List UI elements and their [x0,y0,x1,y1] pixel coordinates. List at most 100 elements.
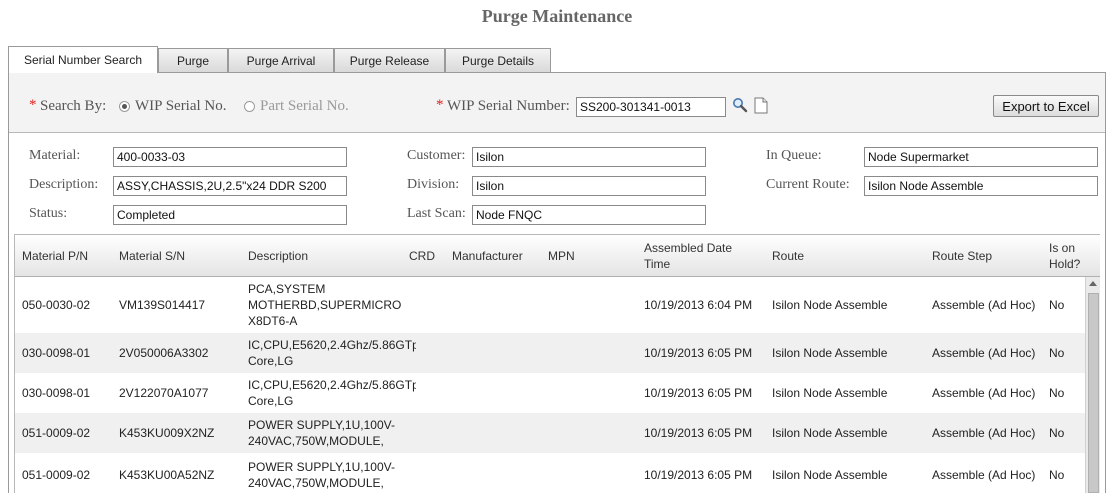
grid-body: 050-0030-02 VM139S014417 PCA,SYSTEM MOTHERB… [15,277,1085,493]
in-queue-label: In Queue: [766,148,822,163]
cell-route: Isilon Node Assemble [772,298,888,312]
cell-assembled-date: 10/19/2013 6:04 PM [644,298,753,312]
column-header-route[interactable]: Route [772,249,804,264]
last-scan-field[interactable]: Node FNQC [472,205,706,225]
cell-description-line: 240VAC,750W,MODULE, [248,476,384,490]
wip-serial-number-label: WIP Serial Number: [447,98,570,114]
column-header-assembled-time[interactable]: Time [644,257,670,272]
column-header-route-step[interactable]: Route Step [932,249,992,264]
cell-description-line: IC,CPU,E5620,2.4Ghz/5.86GTp [248,338,416,352]
tab-purge-release[interactable]: Purge Release [334,48,445,73]
search-row: * Search By: WIP Serial No. Part Serial … [9,73,1105,133]
cell-material-pn: 030-0098-01 [22,346,91,360]
vertical-scrollbar[interactable] [1085,277,1100,493]
export-to-excel-button[interactable]: Export to Excel [993,95,1099,117]
wip-serial-option-label[interactable]: WIP Serial No. [135,98,227,115]
cell-is-on-hold: No [1049,346,1065,360]
tab-panel: * Search By: WIP Serial No. Part Serial … [8,72,1106,493]
wip-serial-radio[interactable] [119,101,130,112]
cell-route-step: Assemble (Ad Hoc) [932,468,1036,482]
cell-is-on-hold: No [1049,426,1065,440]
required-marker: * [436,97,444,113]
table-row[interactable]: 050-0030-02 VM139S014417 PCA,SYSTEM MOTHERB… [15,277,1085,333]
cell-material-pn: 051-0009-02 [22,426,91,440]
table-row[interactable]: 051-0009-02 K453KU00A52NZ POWER SUPPLY,1U,… [15,453,1085,493]
column-header-description[interactable]: Description [248,249,308,264]
cell-assembled-date: 10/19/2013 6:05 PM [644,346,753,360]
cell-material-sn: K453KU00A52NZ [119,468,215,482]
column-header-crd[interactable]: CRD [409,249,435,264]
cell-material-pn: 030-0098-01 [22,386,91,400]
cell-description-line: 240VAC,750W,MODULE, [248,434,384,448]
cell-route: Isilon Node Assemble [772,386,888,400]
cell-description-line: Core,LG [248,394,294,408]
customer-label: Customer: [407,148,466,163]
cell-material-sn: 2V050006A3302 [119,346,209,360]
document-icon[interactable] [754,97,770,115]
cell-assembled-date: 10/19/2013 6:05 PM [644,468,753,482]
column-header-material-sn[interactable]: Material S/N [119,249,185,264]
status-label: Status: [29,206,68,221]
last-scan-label: Last Scan: [407,206,466,221]
cell-route: Isilon Node Assemble [772,426,888,440]
material-label: Material: [29,148,81,163]
cell-route: Isilon Node Assemble [772,346,888,360]
scroll-up-arrow-icon[interactable] [1089,281,1097,286]
in-queue-field[interactable]: Node Supermarket [864,147,1098,167]
cell-material-pn: 050-0030-02 [22,298,91,312]
material-field[interactable]: 400-0033-03 [113,147,347,167]
tab-serial-number-search[interactable]: Serial Number Search [8,46,158,73]
current-route-label: Current Route: [766,177,850,192]
table-row[interactable]: 051-0009-02 K453KU009X2NZ POWER SUPPLY,1U,… [15,413,1085,453]
cell-material-sn: 2V122070A1077 [119,386,209,400]
cell-description-line: PCA,SYSTEM [248,282,326,296]
wip-serial-number-input[interactable]: SS200-301341-0013 [576,97,726,117]
cell-description-line: X8DT6-A [248,314,298,328]
tab-purge-details[interactable]: Purge Details [445,48,551,73]
column-header-mpn[interactable]: MPN [548,249,575,264]
table-row[interactable]: 030-0098-01 2V050006A3302 IC,CPU,E5620,2.4… [15,333,1085,373]
tab-purge[interactable]: Purge [158,48,228,73]
table-row[interactable]: 030-0098-01 2V122070A1077 IC,CPU,E5620,2.4… [15,373,1085,413]
search-icon[interactable] [732,97,750,115]
grid-header: Material P/N Material S/N Description CR… [15,235,1100,277]
required-marker: * [29,97,37,113]
column-header-assembled-date[interactable]: Assembled Date [644,241,732,256]
cell-description-line: POWER SUPPLY,1U,100V- [248,418,395,432]
cell-route-step: Assemble (Ad Hoc) [932,346,1036,360]
page-title: Purge Maintenance [481,6,633,26]
column-header-hold[interactable]: Hold? [1049,257,1080,272]
column-header-manufacturer[interactable]: Manufacturer [452,249,523,264]
search-by-label: Search By: [40,98,107,114]
part-serial-option-label[interactable]: Part Serial No. [260,98,349,115]
column-header-material-pn[interactable]: Material P/N [22,249,88,264]
part-serial-radio[interactable] [244,101,255,112]
cell-is-on-hold: No [1049,468,1065,482]
cell-description-line: Core,LG [248,354,294,368]
column-header-is-on[interactable]: Is on [1049,241,1075,256]
cell-description-line: IC,CPU,E5620,2.4Ghz/5.86GTp [248,378,416,392]
info-form: Material: 400-0033-03 Description: ASSY,… [9,134,1105,234]
status-field[interactable]: Completed [113,205,347,225]
tab-bar: Serial Number Search Purge Purge Arrival… [8,46,551,73]
division-field[interactable]: Isilon [472,176,706,196]
cell-assembled-date: 10/19/2013 6:05 PM [644,386,753,400]
cell-route-step: Assemble (Ad Hoc) [932,426,1036,440]
parts-grid: Material P/N Material S/N Description CR… [14,234,1100,493]
cell-material-sn: VM139S014417 [119,298,206,312]
cell-is-on-hold: No [1049,386,1065,400]
cell-route-step: Assemble (Ad Hoc) [932,298,1036,312]
tab-purge-arrival[interactable]: Purge Arrival [228,48,334,73]
scroll-thumb[interactable] [1088,293,1099,493]
cell-material-pn: 051-0009-02 [22,468,91,482]
customer-field[interactable]: Isilon [472,147,706,167]
description-label: Description: [29,177,99,192]
cell-description-line: MOTHERBD,SUPERMICRO [248,298,402,312]
current-route-field[interactable]: Isilon Node Assemble [864,176,1098,196]
cell-route-step: Assemble (Ad Hoc) [932,386,1036,400]
cell-route: Isilon Node Assemble [772,468,888,482]
division-label: Division: [407,177,460,192]
cell-material-sn: K453KU009X2NZ [119,426,215,440]
description-field[interactable]: ASSY,CHASSIS,2U,2.5"x24 DDR S200 [113,176,347,196]
cell-is-on-hold: No [1049,298,1065,312]
